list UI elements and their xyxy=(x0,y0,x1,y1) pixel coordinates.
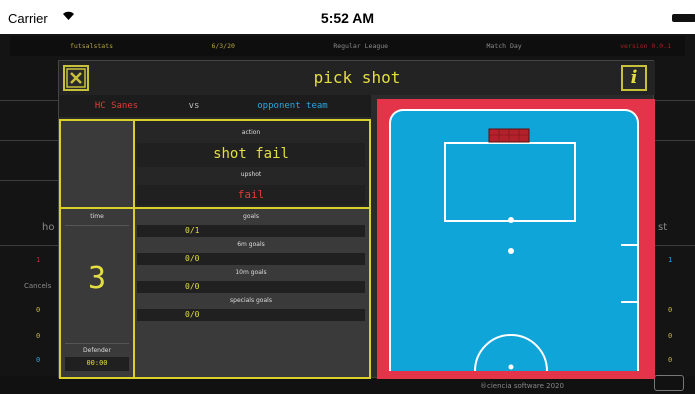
divider xyxy=(0,180,58,181)
bg-row-value: 1 xyxy=(668,256,673,264)
10m-goals-label: 10m goals xyxy=(235,269,267,276)
bg-row-value: 0 xyxy=(36,356,41,364)
status-time: 5:52 AM xyxy=(320,10,375,26)
court-lines xyxy=(444,128,639,371)
6m-goals-field[interactable]: 0/0 xyxy=(137,253,365,265)
away-team-label: opponent team xyxy=(257,101,328,111)
10m-goals-field[interactable]: 0/0 xyxy=(137,281,365,293)
pick-shot-dialog: pick shot i HC Sanes vs opponent team ac… xyxy=(58,60,655,379)
6m-goals-label: 6m goals xyxy=(237,241,265,248)
vs-label: vs xyxy=(188,101,200,111)
bg-row-value: 0 xyxy=(668,332,673,340)
divider xyxy=(654,140,695,141)
bg-cancels-label: Cancels xyxy=(24,282,52,290)
special-goals-value: 0/0 xyxy=(185,310,200,319)
home-team-label: HC Sanes xyxy=(94,101,139,111)
penalty-spot xyxy=(508,217,514,223)
6m-goals-value: 0/0 xyxy=(185,254,200,263)
divider xyxy=(0,140,58,141)
futsal-court[interactable] xyxy=(377,99,655,379)
bg-date-label: 6/3/20 xyxy=(211,42,235,50)
upshot-value: fail xyxy=(237,188,265,201)
bg-footer-label: ®ciencia software 2020 xyxy=(480,382,564,390)
ten-meter-spot xyxy=(508,248,514,254)
battery-icon xyxy=(672,14,695,22)
bg-row-value: 0 xyxy=(36,332,41,340)
bg-row-value: 0 xyxy=(668,306,673,314)
bg-side-label: st xyxy=(658,222,668,233)
bg-side-label: ho xyxy=(42,222,55,233)
divider xyxy=(65,343,129,344)
upshot-label: upshot xyxy=(240,171,262,178)
bg-row-value: 1 xyxy=(36,256,41,264)
info-button[interactable]: i xyxy=(621,65,647,91)
bg-league-label: Regular League xyxy=(333,42,389,50)
bg-corner-button xyxy=(654,375,684,391)
dialog-header: pick shot i xyxy=(59,61,655,95)
divider xyxy=(0,100,58,101)
penalty-area xyxy=(444,142,576,222)
goals-label: goals xyxy=(243,213,259,220)
divider xyxy=(654,100,695,101)
bg-row-value: 0 xyxy=(36,306,41,314)
divider xyxy=(65,225,129,226)
court-surface[interactable] xyxy=(389,109,639,371)
action-value: shot fail xyxy=(213,146,289,162)
status-bar: Carrier 5:52 AM xyxy=(0,0,695,34)
bg-matchday-label: Match Day xyxy=(486,42,522,50)
defender-field[interactable]: 00:00 xyxy=(65,357,129,371)
time-label: time xyxy=(90,213,104,220)
background-topbar: futsalstats 6/3/20 Regular League Match … xyxy=(10,36,685,56)
bg-version-label: version 0.0.1 xyxy=(620,42,671,50)
special-goals-label: specials goals xyxy=(230,297,272,304)
defender-label: Defender xyxy=(83,347,111,354)
center-spot xyxy=(508,364,514,370)
teams-row: HC Sanes vs opponent team xyxy=(59,95,371,117)
action-field[interactable]: shot fail xyxy=(137,143,365,167)
goals-value: 0/1 xyxy=(185,226,200,235)
time-value[interactable]: 3 xyxy=(61,261,133,296)
info-icon: i xyxy=(630,67,638,88)
10m-goals-value: 0/0 xyxy=(185,282,200,291)
bg-row-value: 0 xyxy=(668,356,673,364)
upshot-field[interactable]: fail xyxy=(137,185,365,205)
action-label: action xyxy=(241,129,261,136)
divider xyxy=(0,245,58,246)
bg-team-label: futsalstats xyxy=(70,42,114,50)
defender-value: 00:00 xyxy=(86,359,108,367)
dialog-title: pick shot xyxy=(313,68,401,87)
shot-details-panel: action shot fail upshot fail time 3 Defe… xyxy=(59,119,371,379)
special-goals-field[interactable]: 0/0 xyxy=(137,309,365,321)
goals-field[interactable]: 0/1 xyxy=(137,225,365,237)
divider xyxy=(654,245,695,246)
player-slot[interactable] xyxy=(61,121,133,207)
